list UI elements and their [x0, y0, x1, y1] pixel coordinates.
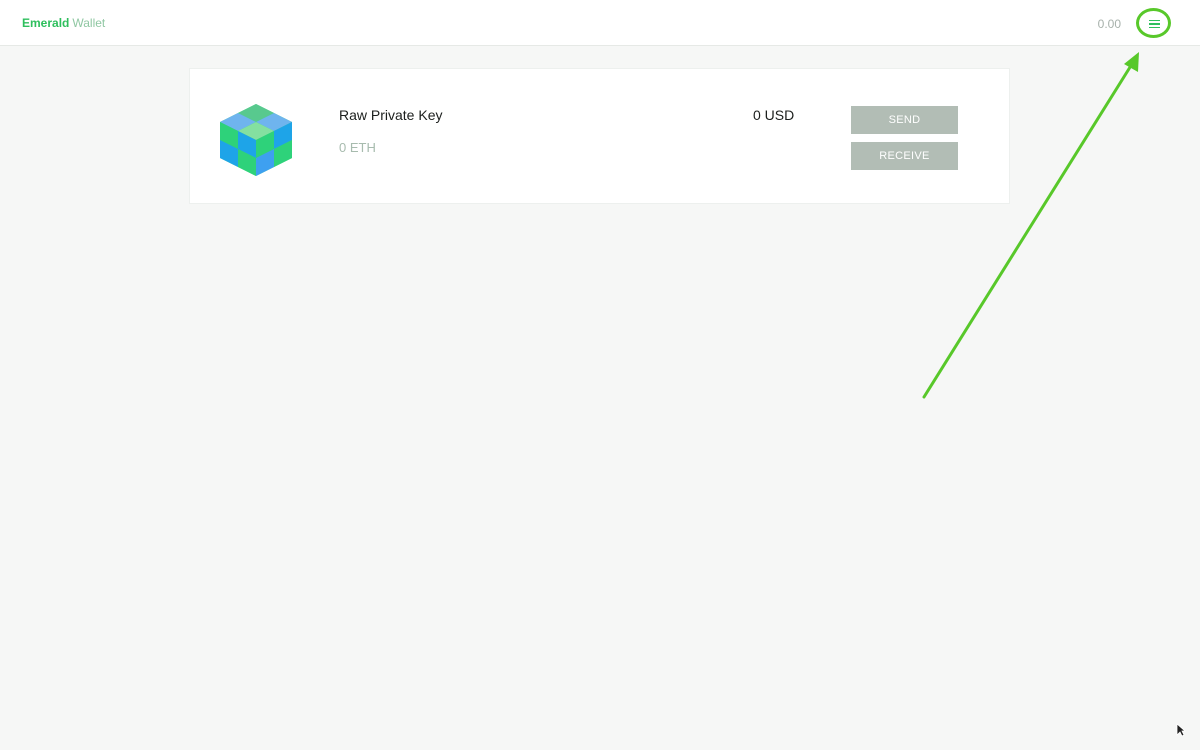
- receive-button[interactable]: RECEIVE: [851, 142, 958, 170]
- hamburger-menu-icon: [1148, 19, 1160, 29]
- identicon-avatar: [220, 104, 292, 176]
- top-bar: Emerald Wallet 0.00: [0, 0, 1200, 46]
- total-balance: 0.00: [1097, 17, 1121, 31]
- brand-name-primary: Emerald: [22, 16, 70, 30]
- account-name[interactable]: Raw Private Key: [339, 107, 442, 123]
- send-button[interactable]: SEND: [851, 106, 958, 134]
- brand-name-secondary: Wallet: [72, 16, 106, 30]
- menu-button[interactable]: [1142, 13, 1166, 35]
- mouse-cursor-icon: [1176, 723, 1186, 737]
- account-card[interactable]: Raw Private Key 0 ETH 0 USD SEND RECEIVE: [189, 68, 1010, 204]
- account-eth-balance: 0 ETH: [339, 140, 376, 155]
- app-logo[interactable]: Emerald Wallet: [22, 16, 105, 30]
- account-usd-balance: 0 USD: [753, 107, 795, 123]
